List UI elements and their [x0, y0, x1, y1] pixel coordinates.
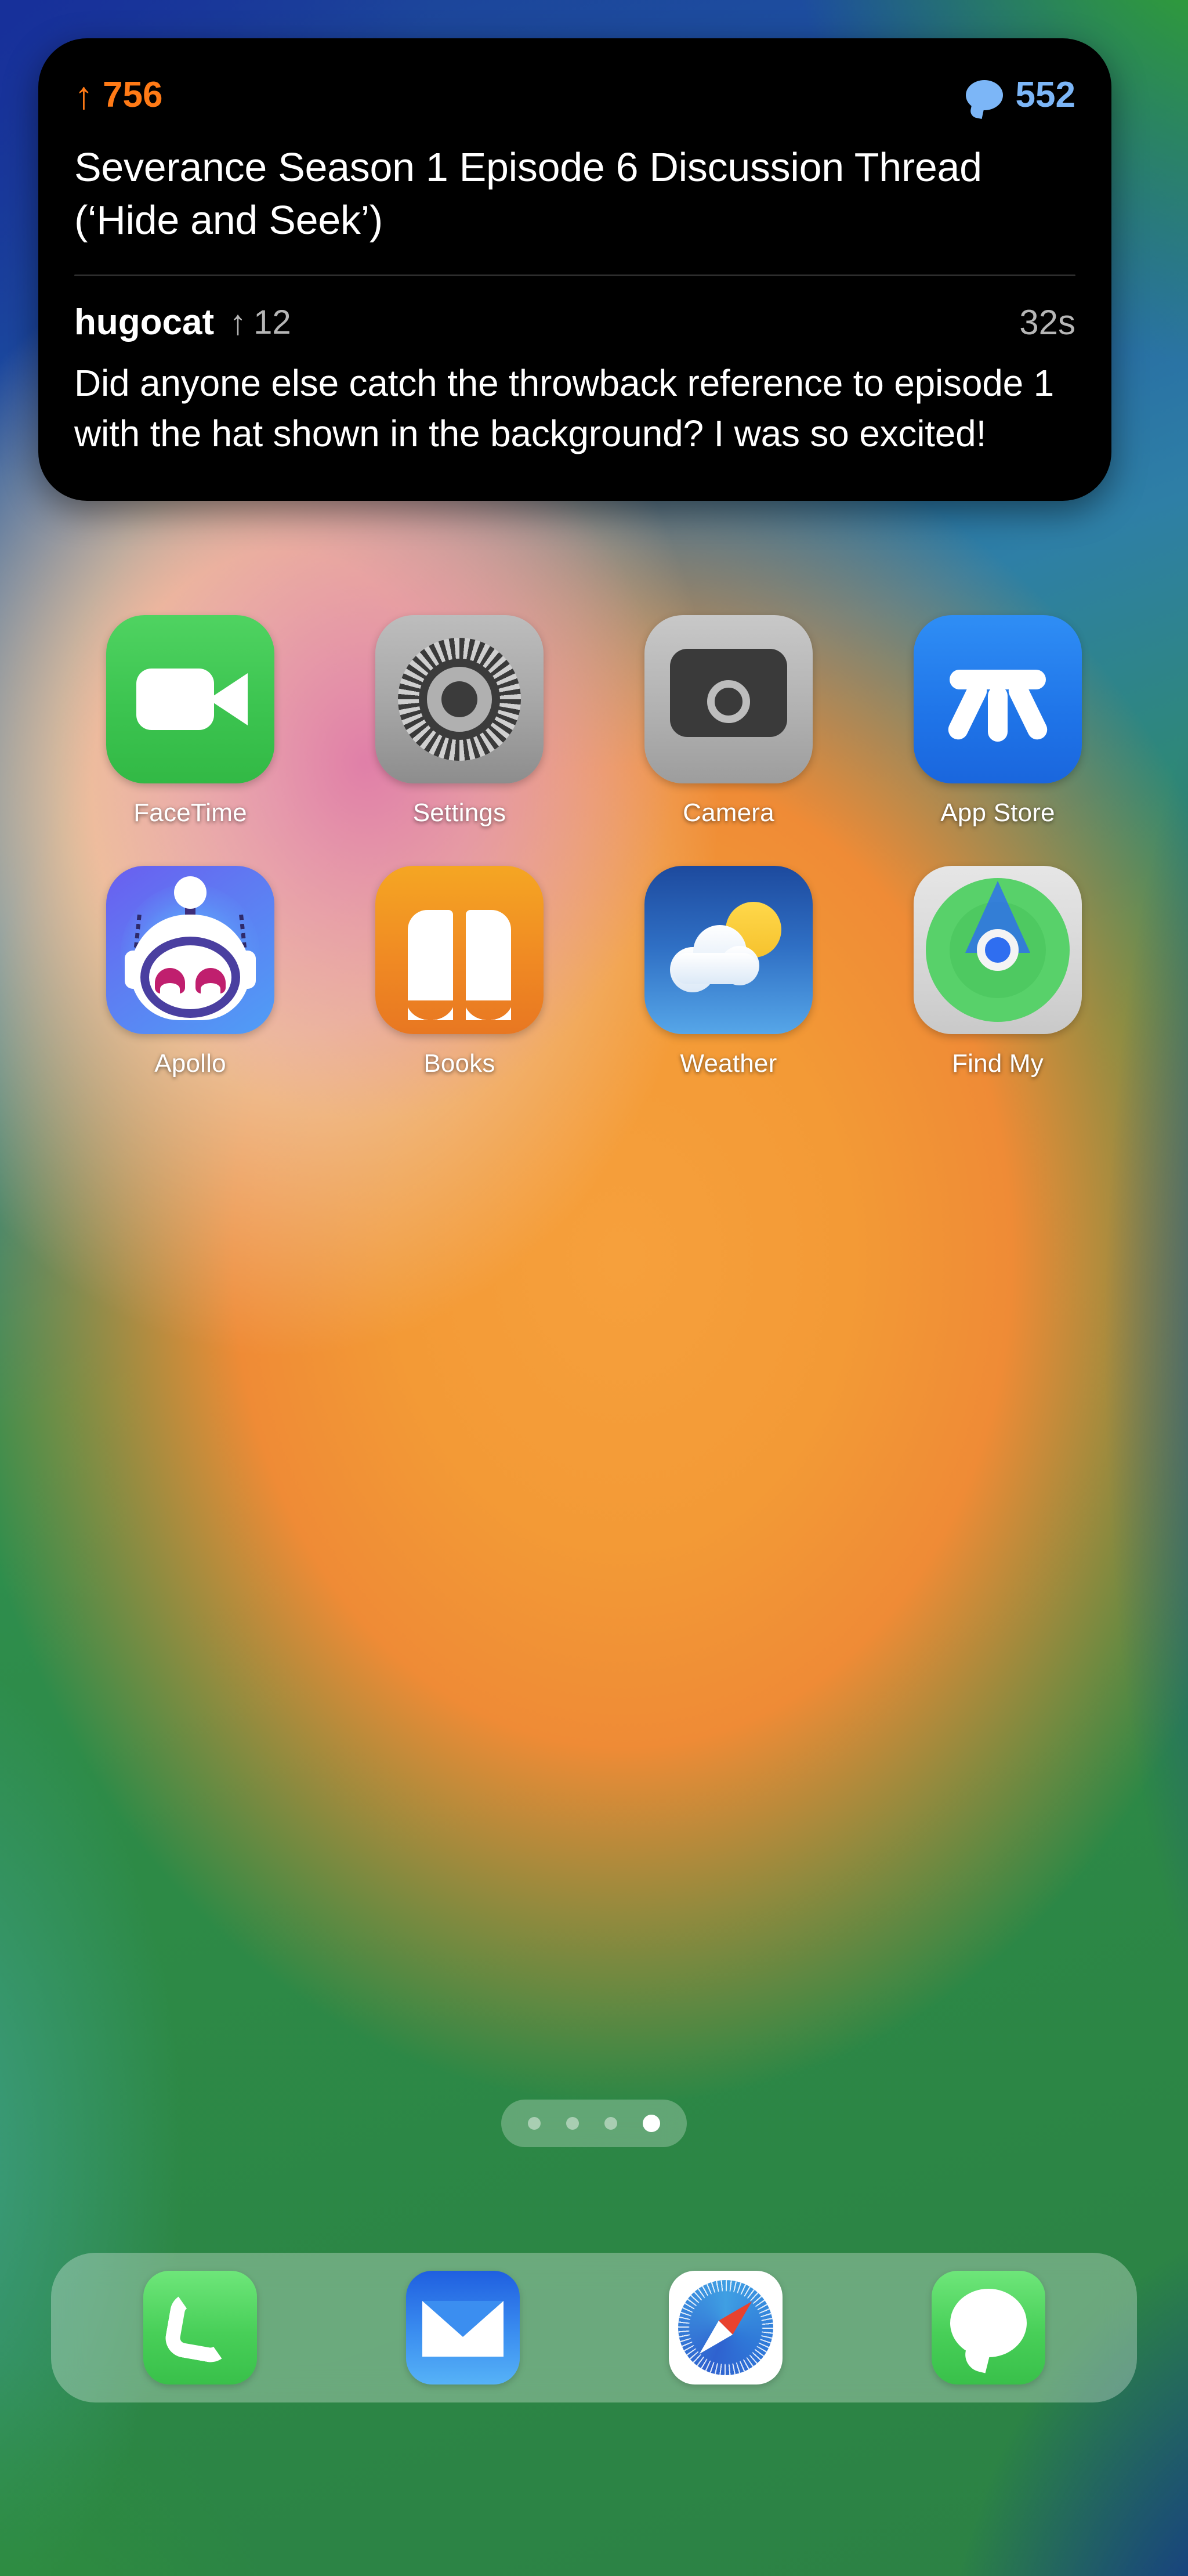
- post-comment-count: 552: [965, 74, 1075, 119]
- app-label-facetime: FaceTime: [133, 799, 247, 827]
- post-comment-count-value: 552: [1015, 75, 1075, 115]
- app-grid: FaceTime Settings Camera App Store Apoll…: [0, 615, 1188, 1078]
- page-dot-3[interactable]: [604, 2117, 617, 2130]
- find-my-location-dot: [977, 929, 1019, 971]
- app-store-stroke-middle: [988, 686, 1008, 742]
- messages-bubble-tail: [961, 2344, 991, 2373]
- app-label-app-store: App Store: [940, 799, 1055, 827]
- dock: [51, 2253, 1137, 2402]
- find-my-radar-icon[interactable]: [914, 866, 1082, 1034]
- app-camera[interactable]: Camera: [594, 615, 863, 828]
- books-icon[interactable]: [375, 866, 544, 1034]
- facetime-camera-lens: [208, 673, 248, 725]
- gear-center: [441, 681, 477, 717]
- comment-meta-row: hugocat ↑ 12 32s: [74, 302, 1075, 343]
- comment-timestamp: 32s: [1019, 303, 1075, 342]
- post-score: ↑ 756: [74, 74, 162, 115]
- weather-cloud-sun-icon[interactable]: [644, 866, 813, 1034]
- app-label-camera: Camera: [683, 799, 774, 827]
- books-page-right: [466, 910, 511, 1000]
- notification-post-meta: ↑ 756 552: [74, 74, 1075, 119]
- post-score-value: 756: [103, 75, 163, 115]
- page-dot-4-active[interactable]: [643, 2115, 660, 2132]
- weather-cloud: [670, 922, 759, 992]
- apollo-eye-left: [155, 968, 185, 993]
- app-label-settings: Settings: [412, 799, 506, 827]
- apollo-antenna-ball: [174, 876, 207, 909]
- app-label-weather: Weather: [680, 1049, 777, 1078]
- mail-envelope-flap: [422, 2301, 504, 2337]
- mail-envelope-icon[interactable]: [405, 2271, 520, 2384]
- post-title: Severance Season 1 Episode 6 Discussion …: [74, 144, 982, 243]
- app-settings[interactable]: Settings: [325, 615, 594, 828]
- comment-score: ↑ 12: [229, 303, 291, 342]
- facetime-icon[interactable]: [106, 615, 274, 783]
- books-page-left: [408, 910, 453, 1000]
- apollo-notification-card[interactable]: ↑ 756 552 Severance Season 1 Episode 6 D…: [38, 38, 1111, 501]
- app-facetime[interactable]: FaceTime: [56, 615, 325, 828]
- page-dot-1[interactable]: [528, 2117, 541, 2130]
- arrow-up-icon: ↑: [229, 302, 247, 342]
- camera-icon[interactable]: [644, 615, 813, 783]
- phone-handset-shape: [162, 2290, 238, 2365]
- apollo-robot-icon[interactable]: [106, 866, 274, 1034]
- speech-bubble-icon: [965, 80, 1003, 119]
- phone-handset-icon[interactable]: [143, 2271, 257, 2384]
- comment-author-group: hugocat ↑ 12: [74, 302, 291, 343]
- app-weather[interactable]: Weather: [594, 866, 863, 1078]
- comment-author[interactable]: hugocat: [74, 302, 214, 343]
- page-dot-2[interactable]: [566, 2117, 579, 2130]
- app-label-find-my: Find My: [952, 1049, 1044, 1078]
- app-app-store[interactable]: App Store: [863, 615, 1132, 828]
- messages-bubble-shape: [950, 2289, 1027, 2358]
- facetime-camera-body: [136, 669, 214, 730]
- app-find-my[interactable]: Find My: [863, 866, 1132, 1078]
- safari-compass-icon[interactable]: [668, 2271, 783, 2384]
- settings-gear-icon[interactable]: [375, 615, 544, 783]
- app-label-apollo: Apollo: [154, 1049, 226, 1078]
- camera-lens: [707, 680, 750, 723]
- app-books[interactable]: Books: [325, 866, 594, 1078]
- apollo-eye-right: [195, 968, 226, 993]
- notification-divider: [74, 274, 1075, 276]
- app-apollo[interactable]: Apollo: [56, 866, 325, 1078]
- app-store-stroke-top: [950, 670, 1046, 689]
- messages-bubble-icon[interactable]: [931, 2271, 1045, 2384]
- comment-score-value: 12: [253, 304, 291, 341]
- app-store-a-glyph: [945, 656, 1051, 743]
- app-label-books: Books: [423, 1049, 495, 1078]
- comment-body: Did anyone else catch the throwback refe…: [74, 362, 1054, 455]
- page-indicator[interactable]: [501, 2100, 687, 2147]
- arrow-up-icon: ↑: [74, 73, 93, 117]
- app-store-icon[interactable]: [914, 615, 1082, 783]
